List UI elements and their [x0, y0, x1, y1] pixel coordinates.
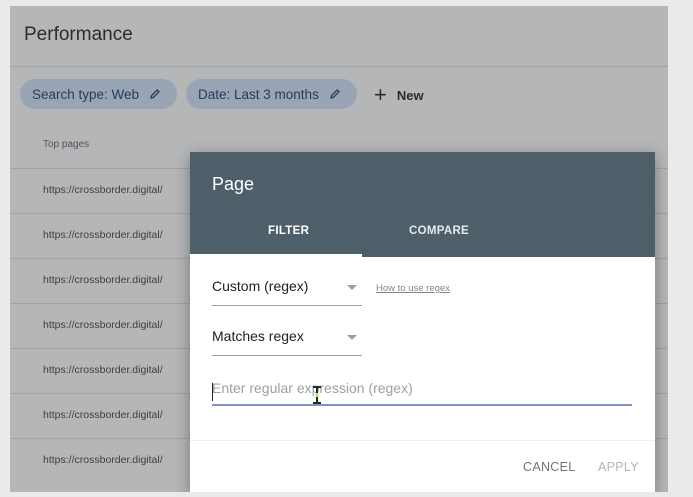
dialog-title: Page [212, 174, 255, 194]
dropdown-arrow-icon [347, 285, 357, 290]
filter-type-value: Custom (regex) [212, 278, 309, 294]
match-type-value: Matches regex [212, 328, 304, 344]
page-filter-dialog: Page FILTER COMPARE Custom (regex) How t… [190, 152, 655, 492]
cancel-button[interactable]: CANCEL [523, 460, 576, 474]
search-console-frame: Performance Search type: Web Date: Last … [10, 6, 668, 492]
tab-filter[interactable]: FILTER [268, 225, 309, 237]
active-tab-indicator [190, 254, 362, 257]
how-to-use-regex-link[interactable]: How to use regex [376, 283, 450, 294]
match-type-select[interactable]: Matches regex [212, 326, 362, 356]
text-cursor-icon [313, 386, 321, 404]
filter-type-select[interactable]: Custom (regex) [212, 276, 362, 306]
text-caret [212, 383, 213, 401]
tab-compare[interactable]: COMPARE [409, 225, 469, 237]
dropdown-arrow-icon [347, 335, 357, 340]
regex-input[interactable] [212, 372, 632, 406]
dialog-header: Page FILTER COMPARE [190, 152, 655, 257]
dialog-footer-divider [190, 440, 655, 441]
apply-button[interactable]: APPLY [598, 460, 639, 474]
